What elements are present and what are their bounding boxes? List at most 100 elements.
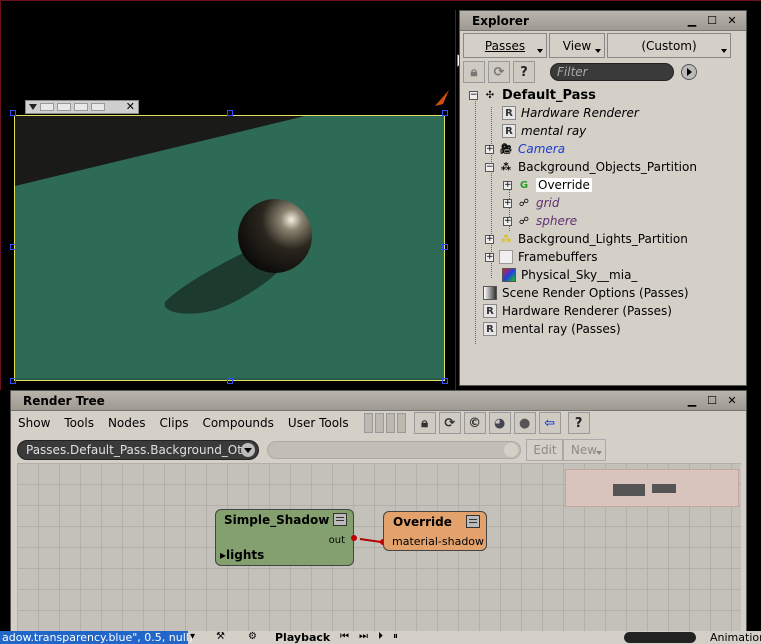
minimize-icon[interactable]: ▁ <box>684 394 700 408</box>
animation-button[interactable]: Animation <box>710 631 761 644</box>
expand-icon[interactable]: + <box>503 180 512 190</box>
explorer-titlebar[interactable]: Explorer ▁ ☐ ✕ <box>460 11 746 31</box>
expand-icon[interactable]: + <box>503 216 512 226</box>
secondary-path-field[interactable] <box>267 441 521 459</box>
close-icon[interactable]: ✕ <box>724 394 740 408</box>
expand-icon[interactable]: + <box>485 234 494 244</box>
tree-item-label: Background_Objects_Partition <box>518 160 697 174</box>
expand-icon[interactable]: + <box>503 198 512 208</box>
close-icon[interactable]: ✕ <box>724 14 740 28</box>
filter-input[interactable]: Filter <box>550 63 674 81</box>
filter-go-icon[interactable] <box>681 64 697 80</box>
explorer-window[interactable]: Explorer ▁ ☐ ✕ Passes View (Custom) 🔒︎ ⟳… <box>459 10 747 386</box>
tree-item-framebuffers[interactable]: + Framebuffers <box>485 248 597 266</box>
bookmark-slot[interactable] <box>363 413 373 433</box>
maximize-icon[interactable]: ☐ <box>704 14 720 28</box>
tool-icon[interactable]: ⚙ <box>248 631 257 642</box>
close-icon[interactable]: ✕ <box>126 101 135 112</box>
tree-item-mental-ray[interactable]: R mental ray <box>502 122 586 140</box>
timeline-slider[interactable] <box>624 632 696 643</box>
expand-icon[interactable]: + <box>485 252 494 262</box>
bookmark-slot[interactable] <box>396 413 406 433</box>
edit-button[interactable]: Edit <box>526 439 564 461</box>
node-menu-icon[interactable] <box>333 513 347 526</box>
rendered-scene <box>15 116 444 380</box>
view-dropdown[interactable]: View <box>549 33 605 58</box>
render-tree-window[interactable]: Render Tree ▁ ☐ ✕ Show Tools Nodes Clips… <box>10 390 747 644</box>
toolbar-slot[interactable] <box>40 103 54 111</box>
bookmark-slot[interactable] <box>374 413 384 433</box>
override-node[interactable]: Override material-shadow <box>383 511 487 551</box>
menu-user-tools[interactable]: User Tools <box>281 416 356 430</box>
tree-item-override[interactable]: + G Override <box>503 176 592 194</box>
lights-port[interactable]: ▸lights <box>220 548 264 562</box>
tree-item-camera[interactable]: + 🎥︎ Camera <box>485 140 565 158</box>
folder-icon <box>499 250 513 264</box>
input-port-label: lights <box>226 548 265 562</box>
tree-item-label: mental ray (Passes) <box>502 322 621 336</box>
tree-item-label: Hardware Renderer (Passes) <box>502 304 672 318</box>
node-menu-icon[interactable] <box>466 515 480 528</box>
render-tree-titlebar[interactable]: Render Tree ▁ ☐ ✕ <box>11 391 746 411</box>
tree-item-sphere[interactable]: + ☍ sphere <box>503 212 577 230</box>
node-path-field[interactable]: Passes.Default_Pass.Background_Ot <box>17 440 259 460</box>
new-button[interactable]: New <box>562 439 606 461</box>
dropdown-arrow-icon[interactable] <box>504 443 518 457</box>
render-tree-canvas[interactable]: Simple_Shadow out ▸lights Override mater… <box>17 463 741 641</box>
tree-item-background-lights-partition[interactable]: + ⁂ Background_Lights_Partition <box>485 230 688 248</box>
menu-triangle-icon[interactable] <box>29 104 37 110</box>
tree-item-label: Camera <box>518 142 566 156</box>
tree-item-label: Override <box>536 178 592 192</box>
passes-dropdown[interactable]: Passes <box>463 33 547 58</box>
refresh-icon[interactable]: ⟳ <box>438 412 461 434</box>
tree-item-grid[interactable]: + ☍ grid <box>503 194 560 212</box>
collapse-icon[interactable]: − <box>469 90 478 100</box>
playback-controls-icon[interactable]: ⏮⏭⏵⏸ <box>340 631 408 642</box>
script-command-line[interactable]: adow.transparency.blue", 0.5, null) <box>0 631 193 644</box>
minimize-icon[interactable]: ▁ <box>684 14 700 28</box>
output-port-dot[interactable] <box>351 535 357 541</box>
render-region-toolbar[interactable]: ✕ <box>25 100 139 114</box>
input-port-label: material-shadow <box>392 535 485 548</box>
clear-icon[interactable]: © <box>463 412 486 434</box>
simple-shadow-node[interactable]: Simple_Shadow out ▸lights <box>215 509 354 566</box>
back-arrow-icon[interactable]: ⇦ <box>538 412 561 434</box>
lock-icon[interactable]: 🔒︎ <box>413 412 436 434</box>
tree-item-label: mental ray <box>521 124 587 138</box>
tree-item-hardware-renderer[interactable]: R Hardware Renderer <box>502 104 639 122</box>
render-icon[interactable]: ● <box>513 412 536 434</box>
tree-item-label: grid <box>536 196 560 210</box>
menu-show[interactable]: Show <box>11 416 57 430</box>
maximize-icon[interactable]: ☐ <box>704 394 720 408</box>
playback-button[interactable]: Playback <box>275 631 330 644</box>
update-icon[interactable]: ◕ <box>488 412 511 434</box>
collapse-icon[interactable]: − <box>485 162 494 172</box>
menu-tools[interactable]: Tools <box>57 416 101 430</box>
toolbar-slot[interactable] <box>74 103 88 111</box>
help-icon[interactable]: ? <box>567 412 590 434</box>
dropdown-arrow-icon[interactable] <box>241 443 255 457</box>
tree-item-default-pass[interactable]: − ✣ Default_Pass <box>469 86 596 104</box>
tree-item-scene-render-options[interactable]: Scene Render Options (Passes) <box>483 284 689 302</box>
tool-icon[interactable]: ⚒ <box>216 631 225 642</box>
tree-item-label: Framebuffers <box>518 250 598 264</box>
refresh-icon[interactable]: ⟳ <box>488 61 510 83</box>
tree-item-mental-ray-passes[interactable]: R mental ray (Passes) <box>483 320 621 338</box>
bookmark-slot[interactable] <box>385 413 395 433</box>
tree-item-physical-sky[interactable]: Physical_Sky__mia_ <box>502 266 637 284</box>
menu-compounds[interactable]: Compounds <box>195 416 280 430</box>
expand-icon[interactable]: + <box>485 144 494 154</box>
tree-item-hardware-renderer-passes[interactable]: R Hardware Renderer (Passes) <box>483 302 672 320</box>
menu-clips[interactable]: Clips <box>153 416 196 430</box>
lock-icon[interactable]: 🔒︎ <box>463 61 485 83</box>
scope-dropdown[interactable]: (Custom) <box>607 33 731 58</box>
menu-nodes[interactable]: Nodes <box>101 416 153 430</box>
help-icon[interactable]: ? <box>513 61 535 83</box>
toolbar-slot[interactable] <box>91 103 105 111</box>
dropdown-arrow-icon[interactable]: ▾ <box>190 631 195 642</box>
render-region[interactable]: ✕ <box>8 100 453 385</box>
navigation-minimap[interactable] <box>565 469 739 507</box>
tree-item-background-objects-partition[interactable]: − ⁂ Background_Objects_Partition <box>485 158 697 176</box>
tree-item-label: Physical_Sky__mia_ <box>521 268 638 282</box>
toolbar-slot[interactable] <box>57 103 71 111</box>
